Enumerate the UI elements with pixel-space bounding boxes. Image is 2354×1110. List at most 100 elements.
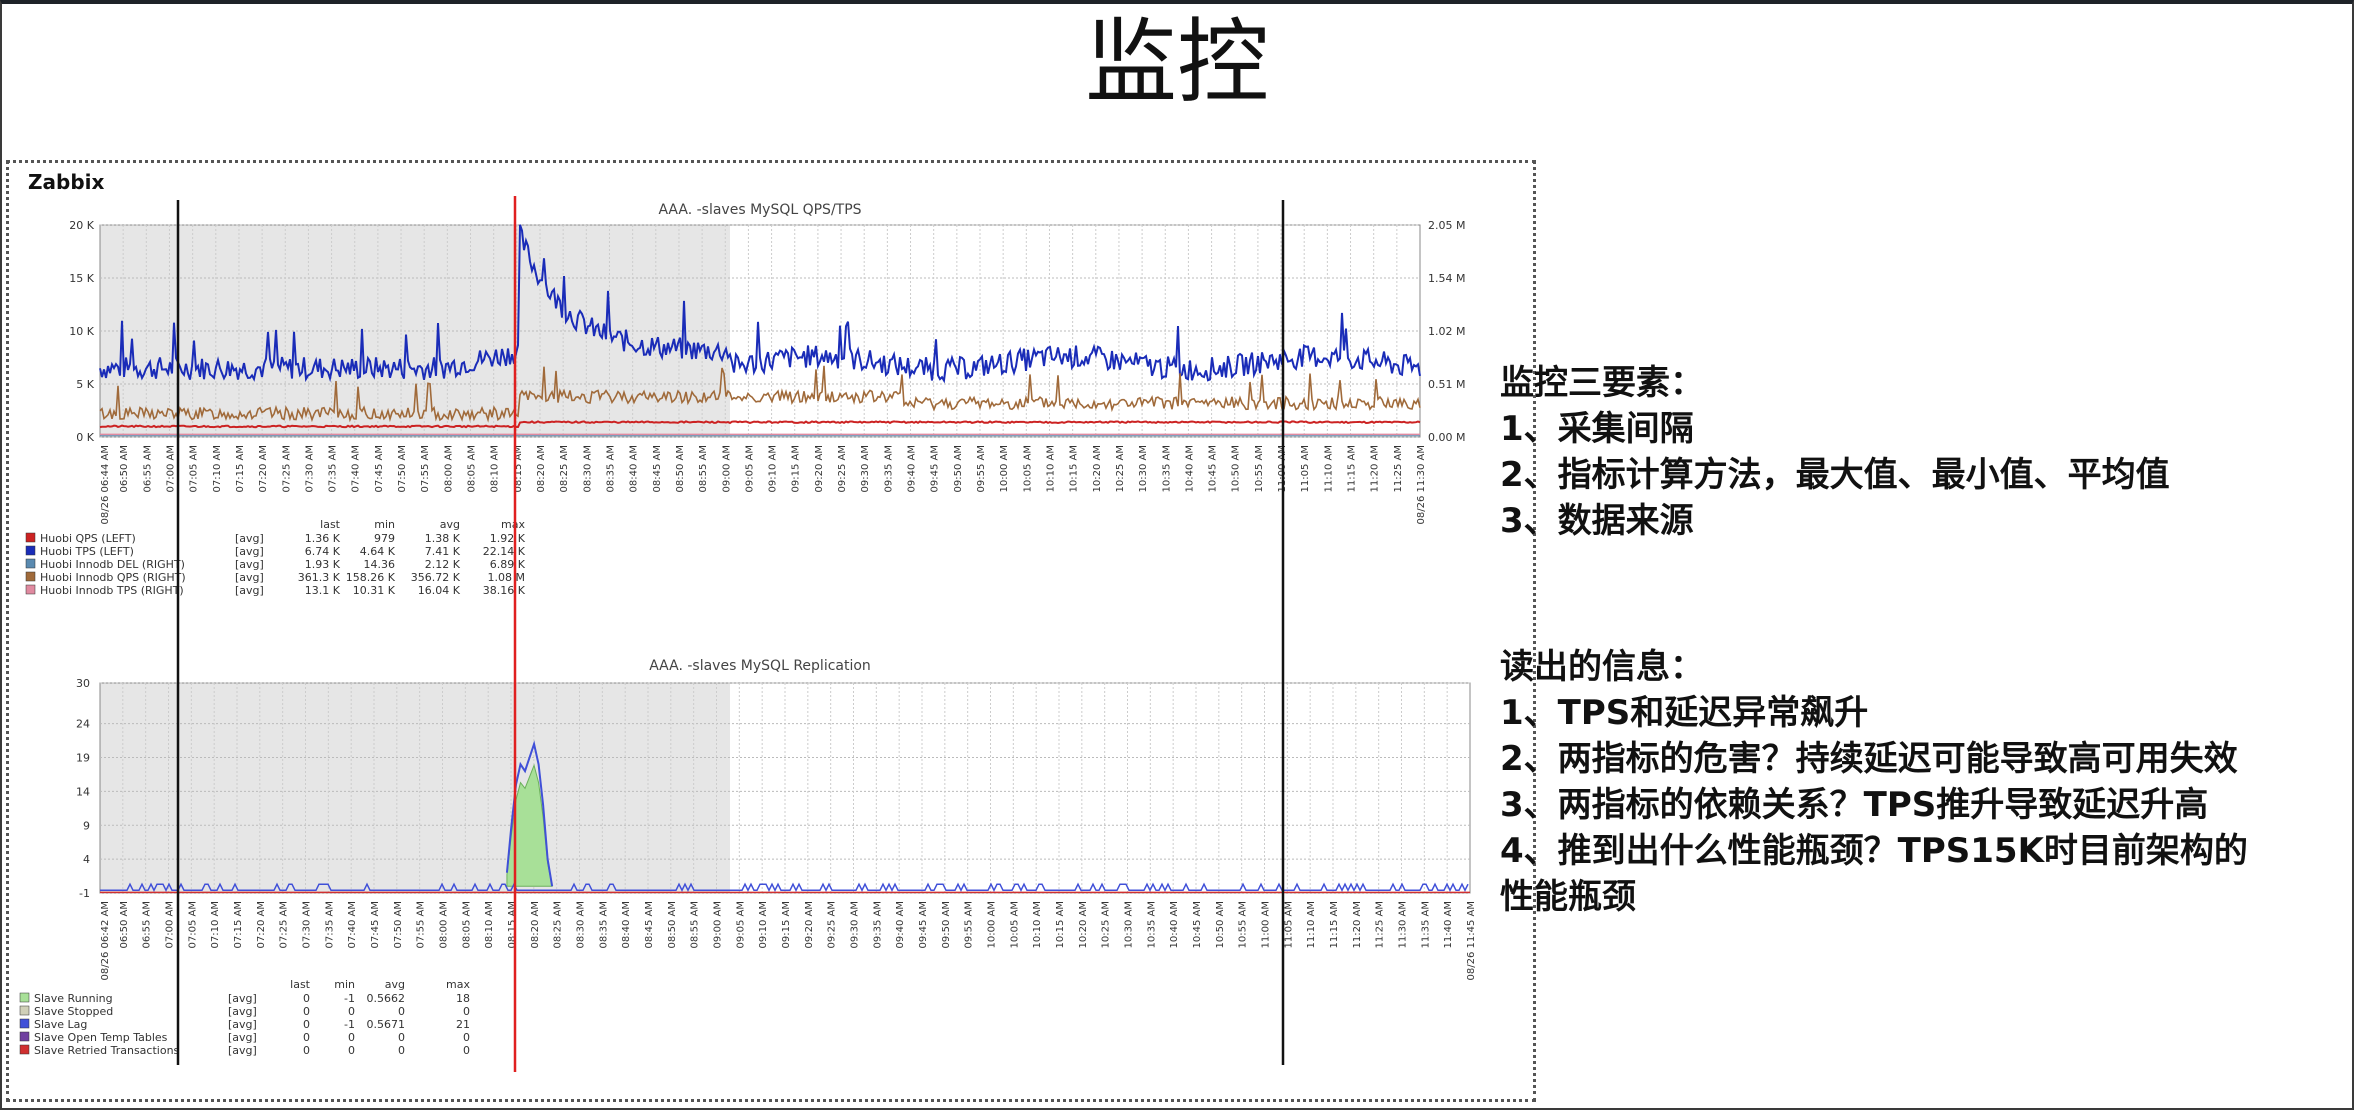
- chart1-xtick: 10:55 AM: [1254, 445, 1265, 492]
- chart2-xtick: 07:10 AM: [210, 901, 221, 948]
- chart2-legend-value: 18: [456, 992, 470, 1005]
- chart2-xtick: 07:15 AM: [233, 901, 244, 948]
- chart2-ytick: 24: [76, 718, 90, 731]
- chart2-xtick: 08:55 AM: [690, 901, 701, 948]
- chart2-legend-name: Slave Open Temp Tables: [34, 1031, 168, 1044]
- chart1-legend-swatch: [25, 571, 36, 582]
- chart2-legend-agg: [avg]: [228, 1005, 257, 1018]
- chart2-xtick: 09:45 AM: [918, 901, 929, 948]
- chart2-legend-agg: [avg]: [228, 1044, 257, 1057]
- chart1-xtick: 08:30 AM: [582, 445, 593, 492]
- chart1-xtick-start: 08/26 06:44 AM: [100, 445, 111, 524]
- chart2-xtick: 07:30 AM: [302, 901, 313, 948]
- section2-item: 3、两指标的依赖关系？TPS推升导致延迟升高: [1500, 785, 2209, 825]
- chart2-legend-value: 0: [303, 1018, 310, 1031]
- chart1-ytick-left: 5 K: [76, 378, 94, 391]
- chart1-xtick: 11:10 AM: [1323, 445, 1334, 492]
- chart1-ytick-left: 10 K: [69, 325, 94, 338]
- chart1-legend-value: 14.36: [364, 558, 396, 571]
- chart2-xtick: 11:30 AM: [1398, 901, 1409, 948]
- chart2-legend-name: Slave Stopped: [34, 1005, 113, 1018]
- chart1-title: AAA. -slaves MySQL QPS/TPS: [658, 202, 861, 218]
- chart2-legend-value: 0: [303, 1005, 310, 1018]
- chart1-xtick: 08:10 AM: [490, 445, 501, 492]
- chart2-legend-value: 0: [348, 1005, 355, 1018]
- chart2-xtick: 07:50 AM: [393, 901, 404, 948]
- chart2-legend-swatch: [19, 1031, 30, 1042]
- chart1-legend-value: 1.08 M: [488, 571, 525, 584]
- chart2-xtick: 10:10 AM: [1032, 901, 1043, 948]
- chart2-legend-agg: [avg]: [228, 1018, 257, 1031]
- chart2-xtick: 09:10 AM: [758, 901, 769, 948]
- chart1-xtick: 08:00 AM: [443, 445, 454, 492]
- chart2-legend-value: 0: [463, 1044, 470, 1057]
- chart2-xtick: 10:45 AM: [1192, 901, 1203, 948]
- chart1-xtick: 10:20 AM: [1092, 445, 1103, 492]
- chart2-ytick: 4: [83, 853, 90, 866]
- chart1-xtick: 08:40 AM: [629, 445, 640, 492]
- chart1-xtick: 09:50 AM: [953, 445, 964, 492]
- chart1-xtick: 10:00 AM: [999, 445, 1010, 492]
- chart1-ytick-left: 15 K: [69, 272, 94, 285]
- chart1-legend-value: 2.12 K: [425, 558, 461, 571]
- chart1-legend-name: Huobi QPS (LEFT): [40, 532, 136, 545]
- chart2-legend-swatch: [19, 992, 30, 1003]
- chart1-xtick: 09:05 AM: [744, 445, 755, 492]
- chart2-ytick: 14: [76, 785, 90, 798]
- chart1-xtick: 08:20 AM: [536, 445, 547, 492]
- chart1-xtick: 07:45 AM: [374, 445, 385, 492]
- chart1-legend-agg: [avg]: [235, 571, 264, 584]
- chart1-legend-value: 13.1 K: [305, 584, 341, 597]
- chart2-legend-value: 21: [456, 1018, 470, 1031]
- chart2-legend-value: 0: [303, 992, 310, 1005]
- chart2-xtick: 09:25 AM: [827, 901, 838, 948]
- chart1-xtick: 09:30 AM: [860, 445, 871, 492]
- chart1-legend-agg: [avg]: [235, 532, 264, 545]
- chart1-legend-value: 1.36 K: [305, 532, 341, 545]
- chart2-xtick: 10:50 AM: [1215, 901, 1226, 948]
- chart1-xtick: 06:50 AM: [119, 445, 130, 492]
- chart2-xtick: 07:20 AM: [256, 901, 267, 948]
- chart1-xtick: 10:35 AM: [1161, 445, 1172, 492]
- chart1-xtick: 09:20 AM: [814, 445, 825, 492]
- chart1-xtick: 07:55 AM: [420, 445, 431, 492]
- chart2-xtick: 10:55 AM: [1238, 901, 1249, 948]
- chart2-ytick: -1: [79, 887, 90, 900]
- section2-item: 1、TPS和延迟异常飙升: [1500, 693, 1869, 733]
- chart1-xtick: 07:15 AM: [235, 445, 246, 492]
- chart1-legend-agg: [avg]: [235, 545, 264, 558]
- chart1-xtick: 07:30 AM: [304, 445, 315, 492]
- chart2-xtick-end: 08/26 11:45 AM: [1466, 901, 1477, 980]
- section1-title: 监控三要素：: [1500, 363, 1704, 403]
- chart2-legend-value: 0: [463, 1031, 470, 1044]
- chart2-xtick: 09:50 AM: [941, 901, 952, 948]
- chart1-legend-header: avg: [440, 518, 460, 531]
- chart2-legend-value: 0: [348, 1031, 355, 1044]
- chart1-legend-value: 1.92 K: [490, 532, 526, 545]
- chart2-legend-header: last: [290, 978, 311, 991]
- chart1-xtick: 10:45 AM: [1208, 445, 1219, 492]
- chart1-xtick: 07:10 AM: [212, 445, 223, 492]
- chart2-title: AAA. -slaves MySQL Replication: [649, 658, 871, 674]
- chart1-legend-swatch: [25, 545, 36, 556]
- chart2-xtick: 08:40 AM: [621, 901, 632, 948]
- chart1-xtick: 09:40 AM: [907, 445, 918, 492]
- chart2-xtick: 08:05 AM: [461, 901, 472, 948]
- chart2-legend-value: 0: [303, 1044, 310, 1057]
- chart1-legend-swatch: [25, 532, 36, 543]
- chart1-legend-name: Huobi Innodb TPS (RIGHT): [40, 584, 184, 597]
- chart1-ytick-left: 0 K: [76, 431, 94, 444]
- chart1-xtick: 07:40 AM: [351, 445, 362, 492]
- chart2-xtick: 08:45 AM: [644, 901, 655, 948]
- chart2-xtick: 08:00 AM: [439, 901, 450, 948]
- chart2-xtick: 08:35 AM: [598, 901, 609, 948]
- chart1-legend-value: 1.38 K: [425, 532, 461, 545]
- chart2-xtick: 10:30 AM: [1124, 901, 1135, 948]
- chart2-xtick: 08:10 AM: [484, 901, 495, 948]
- chart2-xtick: 09:40 AM: [895, 901, 906, 948]
- chart2-ytick: 9: [83, 819, 90, 832]
- chart2-legend-header: max: [446, 978, 470, 991]
- chart2-xtick: 11:40 AM: [1443, 901, 1454, 948]
- chart2-ytick: 19: [76, 752, 90, 765]
- chart1-xtick: 09:10 AM: [768, 445, 779, 492]
